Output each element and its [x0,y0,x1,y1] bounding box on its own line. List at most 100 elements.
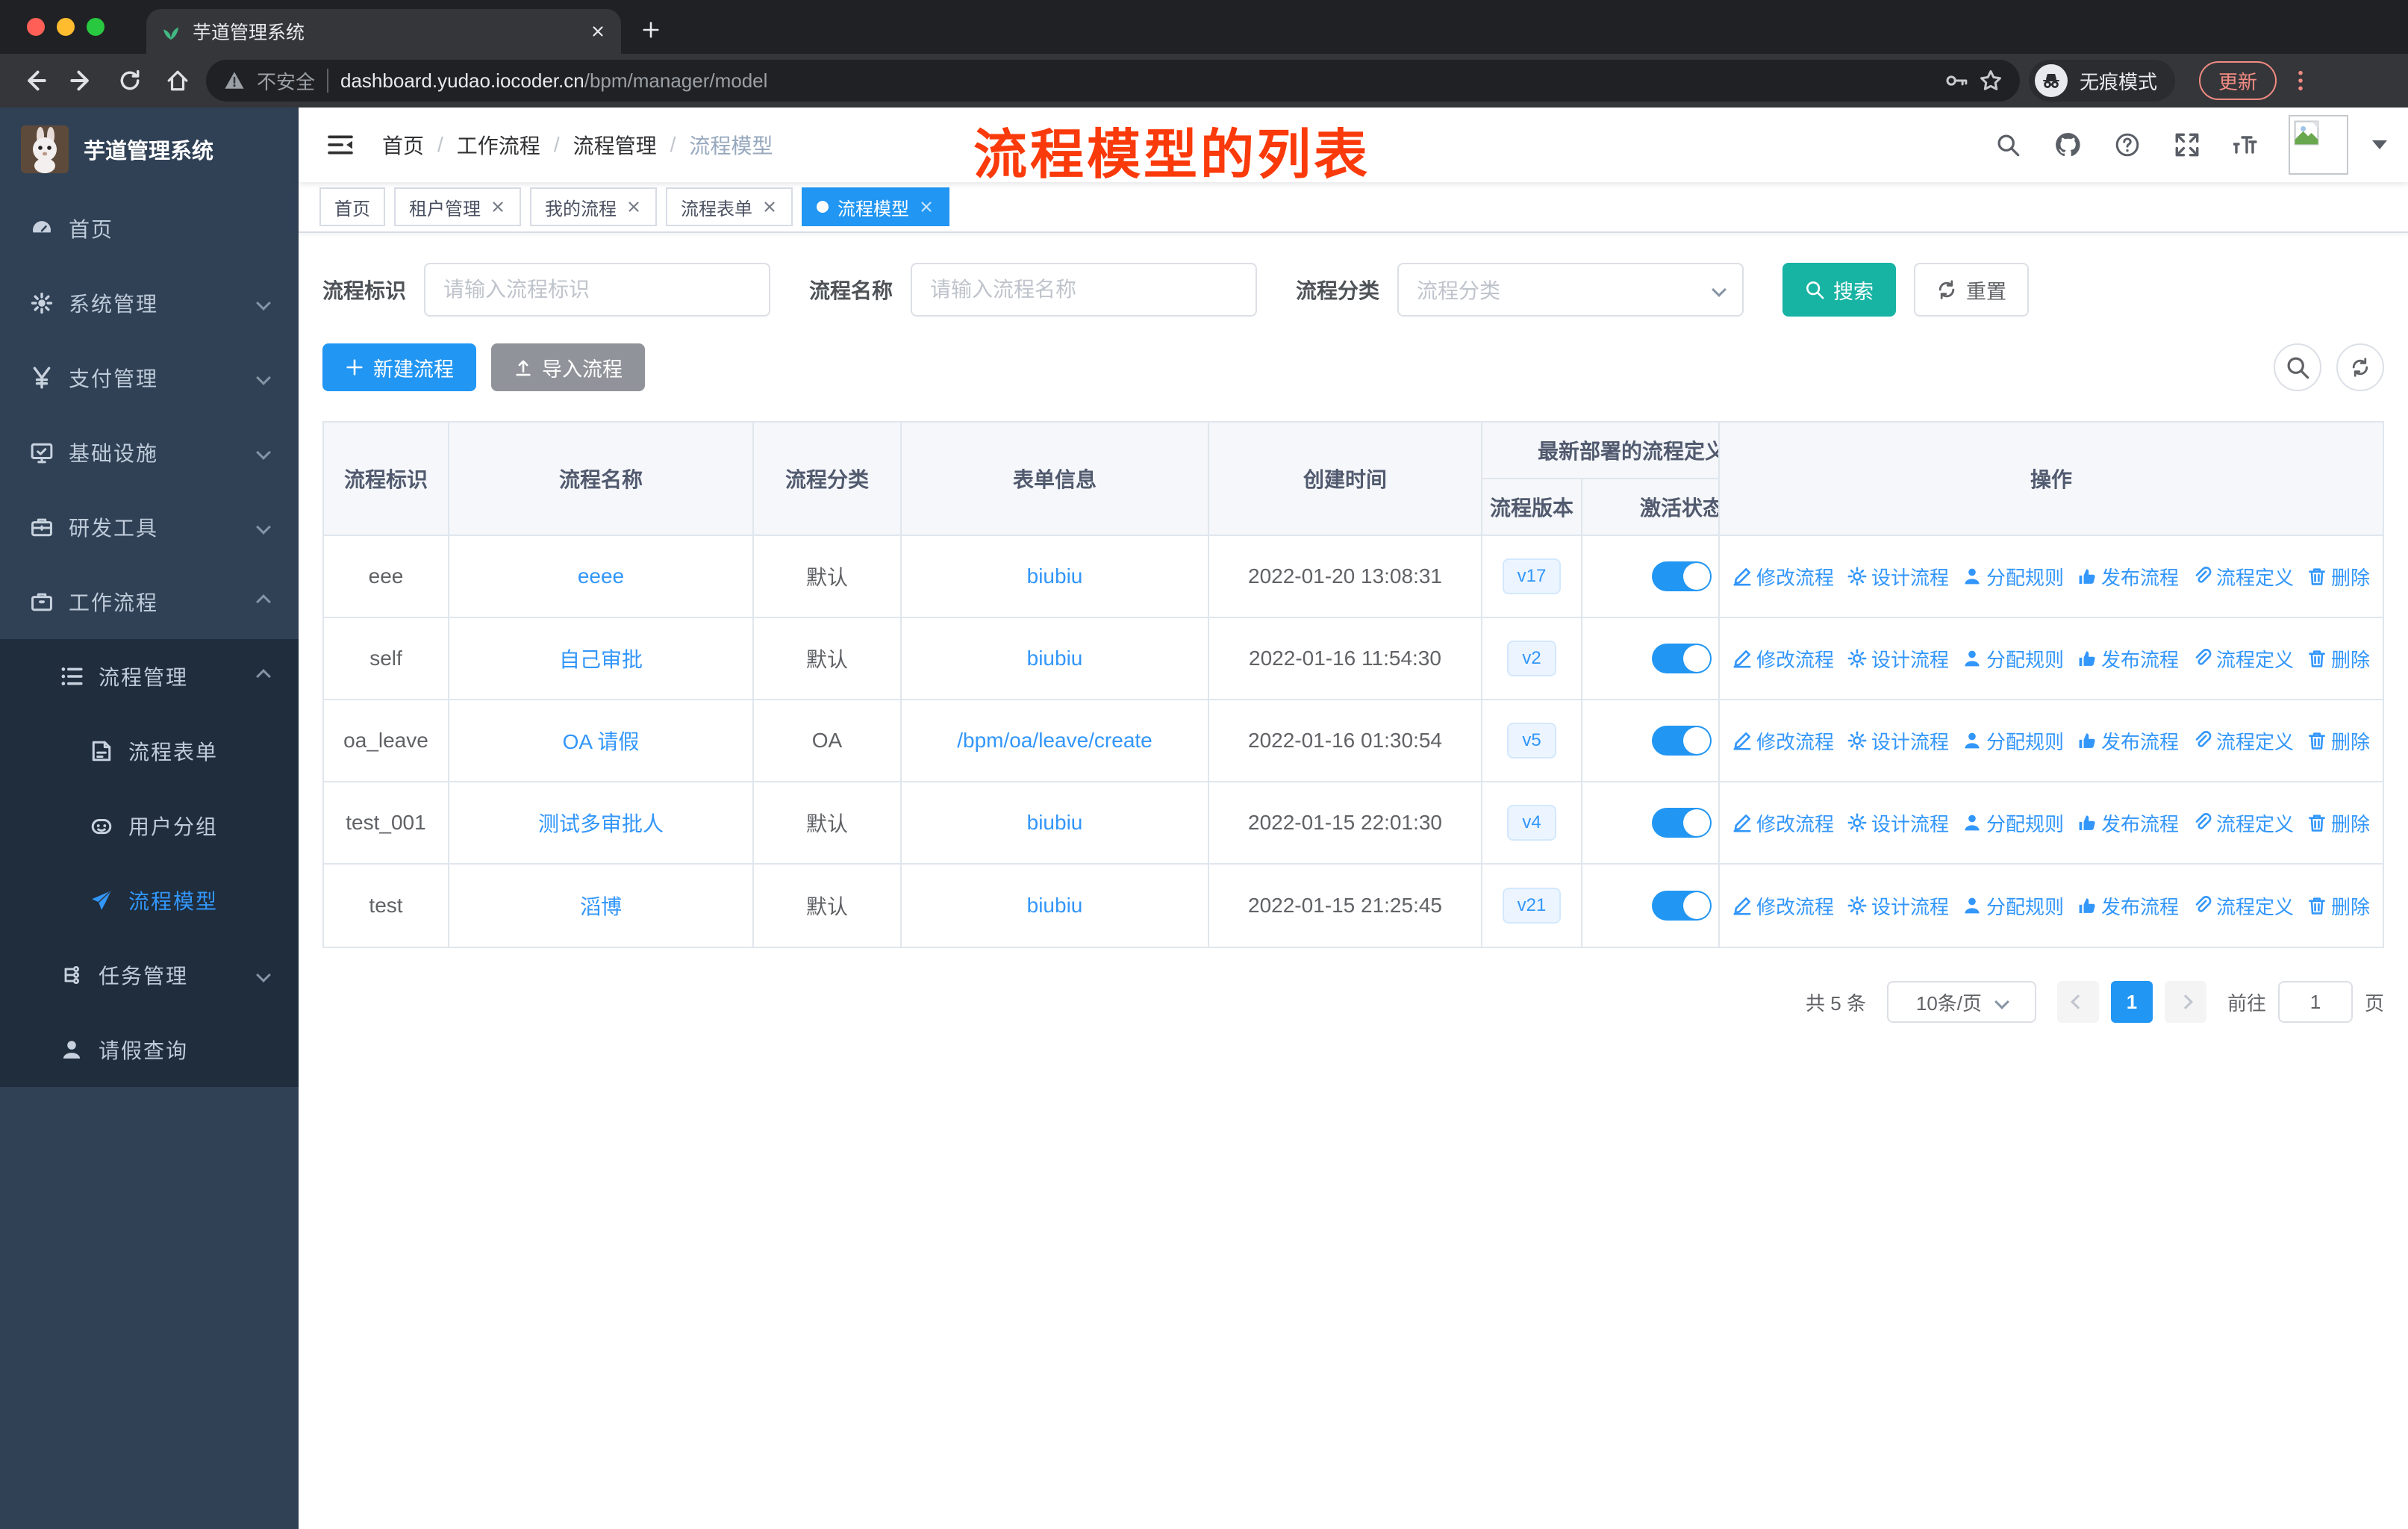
process-name-input[interactable] [911,263,1258,317]
password-key-icon[interactable] [1945,69,1968,92]
form-info-link[interactable]: biubiu [1027,647,1083,670]
forward-icon[interactable] [63,61,102,100]
close-window-button[interactable] [27,18,45,36]
create-process-button[interactable]: 新建流程 [322,343,476,391]
action-设计流程[interactable]: 设计流程 [1847,809,1949,837]
process-name-link[interactable]: OA 请假 [563,726,640,756]
action-设计流程[interactable]: 设计流程 [1847,727,1949,755]
tag-close-icon[interactable] [626,199,642,215]
page-size-select[interactable]: 10条/页 [1886,981,2036,1023]
tag-close-icon[interactable] [918,199,935,215]
sidebar-item-首页[interactable]: 首页 [0,191,299,266]
bookmark-star-icon[interactable] [1980,69,2002,92]
sidebar-logo[interactable]: 芋道管理系统 [0,108,299,191]
active-toggle[interactable] [1652,561,1712,591]
sidebar-item-任务管理[interactable]: 任务管理 [0,938,299,1012]
action-修改流程[interactable]: 修改流程 [1732,727,1834,755]
minimize-window-button[interactable] [57,18,75,36]
back-icon[interactable] [15,61,54,100]
fullscreen-icon[interactable] [2169,127,2205,163]
action-删除[interactable]: 删除 [2307,727,2370,755]
tag-流程表单[interactable]: 流程表单 [666,187,793,226]
action-发布流程[interactable]: 发布流程 [2077,645,2179,673]
goto-page-input[interactable] [2277,981,2353,1023]
home-icon[interactable] [158,61,197,100]
sidebar-item-流程表单[interactable]: 流程表单 [0,714,299,788]
process-name-link[interactable]: eeee [578,564,624,588]
action-分配规则[interactable]: 分配规则 [1962,645,2064,673]
action-删除[interactable]: 删除 [2307,809,2370,837]
action-分配规则[interactable]: 分配规则 [1962,809,2064,837]
tag-close-icon[interactable] [490,199,506,215]
action-发布流程[interactable]: 发布流程 [2077,809,2179,837]
active-toggle[interactable] [1652,891,1712,921]
category-select[interactable]: 流程分类 [1397,263,1744,317]
reload-icon[interactable] [110,61,149,100]
tag-流程模型[interactable]: 流程模型 [802,187,949,226]
active-toggle[interactable] [1652,808,1712,838]
avatar-caret-down-icon[interactable] [2372,140,2387,157]
action-分配规则[interactable]: 分配规则 [1962,563,2064,591]
next-page-button[interactable] [2164,981,2206,1023]
active-toggle[interactable] [1652,726,1712,756]
form-info-link[interactable]: biubiu [1027,811,1083,835]
action-修改流程[interactable]: 修改流程 [1732,645,1834,673]
action-修改流程[interactable]: 修改流程 [1732,809,1834,837]
process-name-link[interactable]: 自己审批 [559,644,643,673]
sidebar-item-支付管理[interactable]: 支付管理 [0,340,299,415]
action-删除[interactable]: 删除 [2307,645,2370,673]
address-bar[interactable]: 不安全 dashboard.yudao.iocoder.cn/bpm/manag… [206,60,2020,102]
form-info-link[interactable]: biubiu [1027,894,1083,918]
action-流程定义[interactable]: 流程定义 [2192,727,2294,755]
breadcrumb-item[interactable]: 工作流程 [457,130,540,160]
sidebar-item-流程管理[interactable]: 流程管理 [0,639,299,714]
tag-close-icon[interactable] [761,199,778,215]
action-设计流程[interactable]: 设计流程 [1847,892,1949,920]
process-name-link[interactable]: 滔博 [580,891,622,921]
action-流程定义[interactable]: 流程定义 [2192,809,2294,837]
user-avatar[interactable] [2289,115,2348,175]
toggle-search-button[interactable] [2274,343,2321,391]
refresh-table-button[interactable] [2336,343,2384,391]
search-button[interactable]: 搜索 [1782,263,1897,317]
breadcrumb-item[interactable]: 流程管理 [573,130,657,160]
sidebar-item-基础设施[interactable]: 基础设施 [0,415,299,490]
form-info-link[interactable]: biubiu [1027,564,1083,588]
browser-menu-icon[interactable] [2286,69,2315,92]
font-size-icon[interactable] [2229,127,2265,163]
prev-page-button[interactable] [2056,981,2099,1023]
tab-close-icon[interactable] [590,23,606,40]
zoom-window-button[interactable] [87,18,105,36]
sidebar-item-研发工具[interactable]: 研发工具 [0,490,299,564]
action-发布流程[interactable]: 发布流程 [2077,727,2179,755]
tag-我的流程[interactable]: 我的流程 [530,187,657,226]
action-发布流程[interactable]: 发布流程 [2077,892,2179,920]
form-info-link[interactable]: /bpm/oa/leave/create [957,729,1152,753]
process-key-input[interactable] [424,263,771,317]
action-修改流程[interactable]: 修改流程 [1732,563,1834,591]
sidebar-item-请假查询[interactable]: 请假查询 [0,1012,299,1087]
collapse-sidebar-icon[interactable] [319,124,361,166]
tag-首页[interactable]: 首页 [319,187,385,226]
update-browser-button[interactable]: 更新 [2199,61,2277,100]
help-icon[interactable] [2109,127,2145,163]
sidebar-item-工作流程[interactable]: 工作流程 [0,564,299,639]
action-流程定义[interactable]: 流程定义 [2192,563,2294,591]
action-修改流程[interactable]: 修改流程 [1732,892,1834,920]
sidebar-item-流程模型[interactable]: 流程模型 [0,863,299,938]
sidebar-item-用户分组[interactable]: 用户分组 [0,788,299,863]
new-tab-button[interactable] [630,9,672,51]
process-name-link[interactable]: 测试多审批人 [538,808,664,838]
reset-button[interactable]: 重置 [1914,263,2030,317]
action-流程定义[interactable]: 流程定义 [2192,645,2294,673]
action-删除[interactable]: 删除 [2307,892,2370,920]
breadcrumb-item[interactable]: 首页 [382,130,424,160]
action-设计流程[interactable]: 设计流程 [1847,563,1949,591]
action-分配规则[interactable]: 分配规则 [1962,727,2064,755]
header-search-icon[interactable] [1990,127,2026,163]
import-process-button[interactable]: 导入流程 [491,343,645,391]
github-icon[interactable] [2050,127,2086,163]
page-number-1[interactable]: 1 [2110,981,2153,1023]
action-删除[interactable]: 删除 [2307,563,2370,591]
action-设计流程[interactable]: 设计流程 [1847,645,1949,673]
